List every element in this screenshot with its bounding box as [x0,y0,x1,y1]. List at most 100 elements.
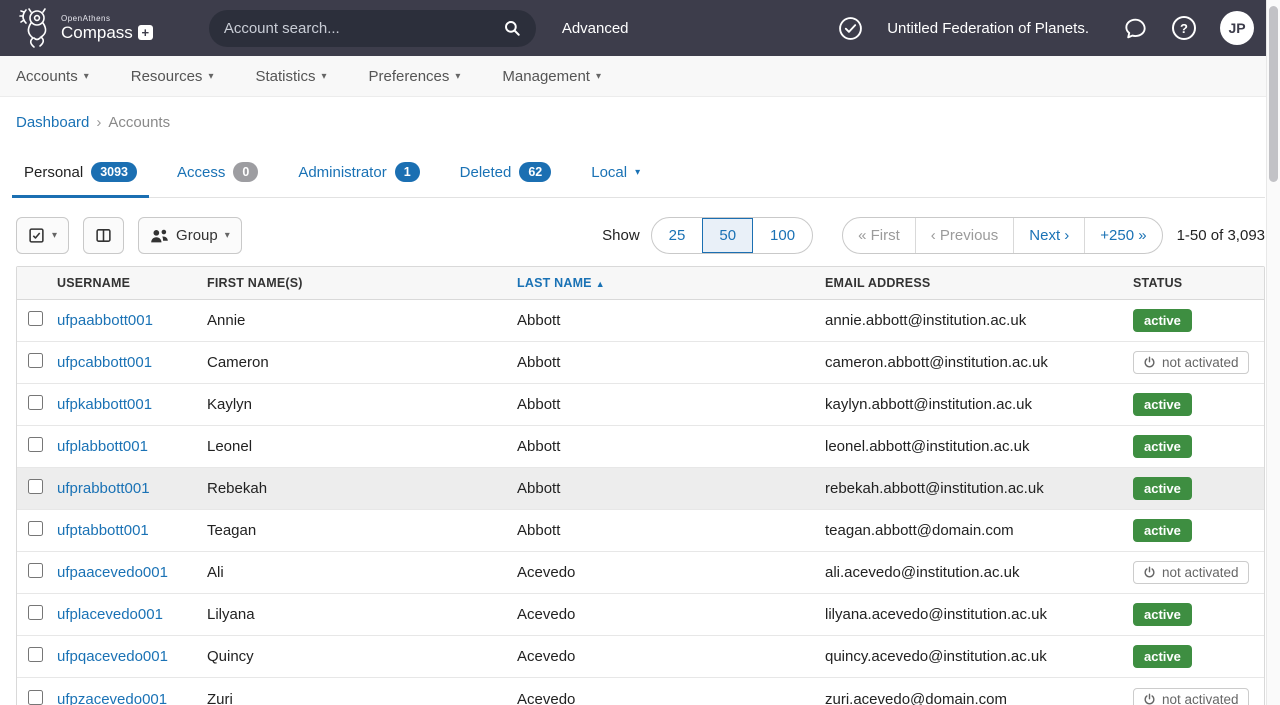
nav-menu-item[interactable]: Management ▾ [502,68,601,85]
openathens-owl-logo [16,6,54,50]
username-link[interactable]: ufplacevedo001 [57,606,207,623]
email-cell: ali.acevedo@institution.ac.uk [825,564,1133,581]
row-checkbox[interactable] [28,311,43,326]
chevron-down-icon: ▾ [52,230,57,241]
row-checkbox[interactable] [28,395,43,410]
nav-menu-item[interactable]: Statistics ▾ [255,68,326,85]
plus-badge-icon: + [138,25,153,40]
tab[interactable]: Personal 3093 [12,162,149,198]
status-cell: not activated [1133,688,1264,705]
page-size-option[interactable]: 25 [652,218,703,253]
breadcrumb: Dashboard › Accounts [16,114,1264,131]
advanced-search-link[interactable]: Advanced [562,20,629,37]
status-badge-active: active [1133,519,1192,542]
tab[interactable]: Administrator 1 [286,162,431,198]
email-cell: cameron.abbott@institution.ac.uk [825,354,1133,371]
column-header[interactable]: LAST NAME▲ [517,276,825,290]
email-cell: lilyana.acevedo@institution.ac.uk [825,606,1133,623]
vertical-scrollbar[interactable] [1266,0,1280,705]
checkbox-icon [28,227,45,244]
row-checkbox[interactable] [28,647,43,662]
chat-bubble-icon[interactable] [1123,16,1148,41]
row-checkbox[interactable] [28,605,43,620]
accounts-table: USERNAME FIRST NAME(S) LAST NAME▲ EMAIL … [16,266,1265,705]
status-badge-active: active [1133,645,1192,668]
status-badge-not-activated: not activated [1133,688,1249,705]
last-name-cell: Acevedo [517,691,825,705]
status-badge-not-activated: not activated [1133,351,1249,374]
top-header: OpenAthens Compass + Advanced Untitled F… [0,0,1280,56]
username-link[interactable]: ufpkabbott001 [57,396,207,413]
table-row: ufpkabbott001 Kaylyn Abbott kaylyn.abbot… [17,384,1264,426]
nav-menu-item[interactable]: Preferences ▾ [369,68,461,85]
last-name-cell: Abbott [517,438,825,455]
username-link[interactable]: ufplabbott001 [57,438,207,455]
username-link[interactable]: ufpaabbott001 [57,312,207,329]
bulk-select-button[interactable]: ▾ [16,217,69,254]
power-icon [1143,356,1156,369]
pagination-button[interactable]: Next › [1013,218,1084,253]
tab-count-badge: 0 [233,162,258,182]
columns-button[interactable] [83,217,124,254]
row-checkbox-cell [17,353,57,372]
search-icon[interactable] [503,19,521,37]
email-cell: leonel.abbott@institution.ac.uk [825,438,1133,455]
username-link[interactable]: ufpzacevedo001 [57,691,207,705]
username-link[interactable]: ufprabbott001 [57,480,207,497]
status-cell: not activated [1133,351,1264,374]
pagination-button[interactable]: ‹ Previous [915,218,1014,253]
column-header[interactable]: USERNAME [57,276,207,290]
page-size-option[interactable]: 100 [753,218,812,253]
scrollbar-thumb[interactable] [1269,6,1278,182]
email-cell: quincy.acevedo@institution.ac.uk [825,648,1133,665]
tab[interactable]: Deleted 62 [448,162,564,198]
help-icon[interactable]: ? [1172,16,1196,40]
row-checkbox[interactable] [28,353,43,368]
status-badge-active: active [1133,393,1192,416]
column-header[interactable]: STATUS [1133,276,1264,290]
username-link[interactable]: ufpqacevedo001 [57,648,207,665]
openathens-compass-logo[interactable]: OpenAthens Compass + [16,6,153,50]
group-button[interactable]: Group ▾ [138,217,242,254]
table-row: ufplacevedo001 Lilyana Acevedo lilyana.a… [17,594,1264,636]
status-cell: active [1133,309,1264,332]
row-checkbox-cell [17,605,57,624]
row-checkbox[interactable] [28,521,43,536]
sort-ascending-icon: ▲ [596,279,605,289]
status-badge-not-activated: not activated [1133,561,1249,584]
chevron-down-icon: ▾ [635,167,640,178]
show-label: Show [602,227,640,244]
chevron-down-icon: ▾ [225,230,230,241]
user-avatar[interactable]: JP [1220,11,1254,45]
nav-menu-item[interactable]: Resources ▾ [131,68,214,85]
row-checkbox[interactable] [28,690,43,705]
row-checkbox-cell [17,395,57,414]
account-search-bar[interactable] [209,10,536,47]
breadcrumb-dashboard-link[interactable]: Dashboard [16,114,89,131]
power-icon [1143,566,1156,579]
page-size-option[interactable]: 50 [702,218,753,253]
status-cell: active [1133,603,1264,626]
first-name-cell: Zuri [207,691,517,705]
table-row: ufpaabbott001 Annie Abbott annie.abbott@… [17,300,1264,342]
username-link[interactable]: ufpcabbott001 [57,354,207,371]
tab[interactable]: Access 0 [165,162,270,198]
column-header[interactable]: FIRST NAME(S) [207,276,517,290]
nav-menu-item[interactable]: Accounts ▾ [16,68,89,85]
email-cell: annie.abbott@institution.ac.uk [825,312,1133,329]
email-cell: kaylyn.abbott@institution.ac.uk [825,396,1133,413]
breadcrumb-separator: › [96,114,101,131]
row-checkbox[interactable] [28,563,43,578]
tab[interactable]: Local ▾ [579,162,652,198]
account-search-input[interactable] [224,20,503,37]
email-cell: teagan.abbott@domain.com [825,522,1133,539]
username-link[interactable]: ufptabbott001 [57,522,207,539]
pagination-button[interactable]: +250 » [1084,218,1161,253]
result-range-text: 1-50 of 3,093 [1177,227,1265,244]
row-checkbox[interactable] [28,437,43,452]
row-checkbox[interactable] [28,479,43,494]
username-link[interactable]: ufpaacevedo001 [57,564,207,581]
column-header[interactable]: EMAIL ADDRESS [825,276,1133,290]
pagination-button[interactable]: « First [843,218,915,253]
table-row: ufpqacevedo001 Quincy Acevedo quincy.ace… [17,636,1264,678]
